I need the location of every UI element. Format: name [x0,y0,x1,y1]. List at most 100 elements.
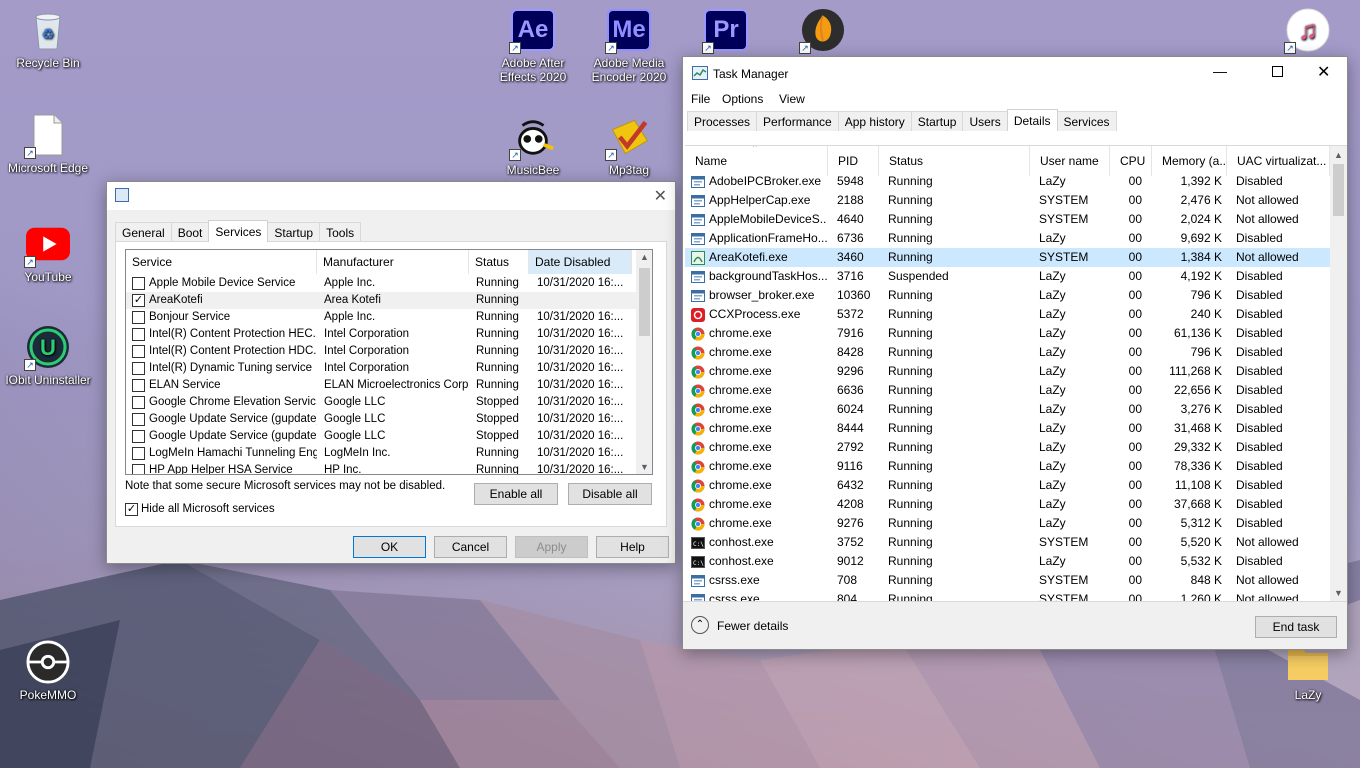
service-checkbox[interactable] [132,345,145,358]
tab-startup[interactable]: Startup [910,111,964,131]
tab-services[interactable]: Services [1056,111,1117,131]
fewer-details-icon[interactable]: ⌃ [691,616,709,634]
process-row[interactable]: ApplicationFrameHo... 6736 Running LaZy 00 9,… [685,229,1330,248]
process-row[interactable]: csrss.exe 804 Running SYSTEM 00 1,260 K Not al… [685,590,1330,601]
desktop-icon-media-encoder[interactable]: Me ↗ Adobe Media Encoder 2020 [583,8,675,84]
service-checkbox[interactable] [132,379,145,392]
service-checkbox[interactable] [132,328,145,341]
desktop-icon-microsoft-edge[interactable]: ↗ Microsoft Edge [2,113,94,175]
process-row[interactable]: C:\ conhost.exe 9012 Running LaZy 00 5,532 K Di… [685,552,1330,571]
tab-details[interactable]: Details [1006,109,1058,131]
close-icon[interactable]: ✕ [1317,62,1330,82]
process-row[interactable]: chrome.exe 9116 Running LaZy 00 78,336 K Disab… [685,457,1330,476]
process-row[interactable]: C:\ conhost.exe 3752 Running SYSTEM 00 5,520 K… [685,533,1330,552]
scroll-up-icon[interactable]: ▲ [640,252,649,262]
cancel-button[interactable]: Cancel [434,536,507,558]
fewer-details-link[interactable]: Fewer details [717,619,788,633]
tab-performance[interactable]: Performance [756,111,839,131]
service-row[interactable]: LogMeIn Hamachi Tunneling Engine LogMeIn … [126,445,636,462]
service-checkbox[interactable] [132,447,145,460]
desktop-icon-after-effects[interactable]: Ae ↗ Adobe After Effects 2020 [487,8,579,84]
tab-app-history[interactable]: App history [837,111,912,131]
msconfig-titlebar[interactable]: ✕ [107,182,675,210]
services-list-scrollbar[interactable]: ▲ ▼ [636,250,652,474]
desktop-icon-musicbee[interactable]: ↗ MusicBee [487,115,579,177]
tab-general[interactable]: General [115,222,172,242]
desktop-icon-iobit-uninstaller[interactable]: U ↗ IObit Uninstaller [2,325,94,387]
maximize-icon[interactable] [1272,66,1283,77]
service-row[interactable]: Google Chrome Elevation Servic... Google … [126,394,636,411]
tab-tools[interactable]: Tools [319,222,362,242]
menu-options[interactable]: Options [722,92,763,106]
tab-boot[interactable]: Boot [170,222,210,242]
tab-services[interactable]: Services [208,220,269,242]
process-row[interactable]: chrome.exe 6024 Running LaZy 00 3,276 K Disabl… [685,400,1330,419]
enable-all-button[interactable]: Enable all [474,483,558,505]
column-service[interactable]: Service [126,250,317,274]
process-row[interactable]: chrome.exe 8444 Running LaZy 00 31,468 K Disab… [685,419,1330,438]
desktop-icon-fl-studio[interactable]: ↗ [777,8,869,56]
close-icon[interactable]: ✕ [654,186,667,206]
tab-startup[interactable]: Startup [267,222,321,242]
service-checkbox[interactable] [132,311,145,324]
ok-button[interactable]: OK [353,536,426,558]
service-checkbox[interactable] [132,277,145,290]
process-row[interactable]: chrome.exe 9276 Running LaZy 00 5,312 K Disabl… [685,514,1330,533]
service-checkbox[interactable] [132,396,145,409]
process-row[interactable]: AppleMobileDeviceS... 4640 Running SYSTEM 00… [685,210,1330,229]
task-manager-window[interactable]: Task Manager — ✕ File Options View Proce… [682,56,1348,650]
desktop-icon-mp3tag[interactable]: ↗ Mp3tag [583,115,675,177]
process-row[interactable]: browser_broker.exe 10360 Running LaZy 00 796 … [685,286,1330,305]
scrollbar-thumb[interactable] [639,268,650,336]
service-row[interactable]: Google Update Service (gupdatem) Google L… [126,428,636,445]
process-row[interactable]: chrome.exe 6636 Running LaZy 00 22,656 K Disab… [685,381,1330,400]
scroll-down-icon[interactable]: ▼ [1334,588,1343,598]
process-row[interactable]: chrome.exe 6432 Running LaZy 00 11,108 K Disab… [685,476,1330,495]
service-row[interactable]: ELAN Service ELAN Microelectronics Corp. R… [126,377,636,394]
process-row[interactable]: CCXProcess.exe 5372 Running LaZy 00 240 K Disa… [685,305,1330,324]
menu-file[interactable]: File [691,92,710,106]
service-checkbox[interactable] [132,430,145,443]
scroll-up-icon[interactable]: ▲ [1334,150,1343,160]
process-row[interactable]: backgroundTaskHos... 3716 Suspended LaZy 00 4… [685,267,1330,286]
process-row[interactable]: csrss.exe 708 Running SYSTEM 00 848 K Not allo… [685,571,1330,590]
service-row[interactable]: Google Update Service (gupdate) Google LL… [126,411,636,428]
column-manufacturer[interactable]: Manufacturer [317,250,469,274]
services-list[interactable]: Service Manufacturer Status Date Disable… [125,249,653,475]
tab-processes[interactable]: Processes [687,111,758,131]
desktop-icon-youtube[interactable]: ↗ YouTube [2,222,94,284]
menu-view[interactable]: View [779,92,805,106]
service-checkbox[interactable]: ✓ [132,294,145,307]
desktop-icon-recycle-bin[interactable]: ♻ Recycle Bin [2,8,94,70]
task-manager-titlebar[interactable]: Task Manager — ✕ [683,57,1347,89]
service-row[interactable]: ✓ AreaKotefi Area Kotefi Running [126,292,636,309]
service-checkbox[interactable] [132,464,145,474]
column-date-disabled[interactable]: Date Disabled [529,250,632,274]
desktop-icon-premiere[interactable]: Pr ↗ [680,8,772,56]
service-row[interactable]: Intel(R) Content Protection HEC... Intel … [126,326,636,343]
minimize-icon[interactable]: — [1213,63,1227,79]
process-row[interactable]: chrome.exe 2792 Running LaZy 00 29,332 K Disab… [685,438,1330,457]
column-status[interactable]: Status [469,250,529,274]
service-row[interactable]: HP App Helper HSA Service HP Inc. Running 1… [126,462,636,474]
service-row[interactable]: Apple Mobile Device Service Apple Inc. Run… [126,275,636,292]
desktop-icon-pokemmo[interactable]: PokeMMO [2,640,94,702]
end-task-button[interactable]: End task [1255,616,1337,638]
process-row[interactable]: AdobeIPCBroker.exe 5948 Running LaZy 00 1,392… [685,172,1330,191]
system-configuration-window[interactable]: ✕ General Boot Services Startup Tools Se… [106,181,676,564]
hide-ms-services-checkbox[interactable]: ✓ [125,503,138,516]
desktop-icon-itunes[interactable]: ♫ ↗ [1262,8,1354,56]
service-checkbox[interactable] [132,413,145,426]
scrollbar-thumb[interactable] [1333,164,1344,216]
details-process-list[interactable]: ⌃ Name PID Status User name CPU Memory (… [685,145,1347,601]
help-button[interactable]: Help [596,536,669,558]
service-checkbox[interactable] [132,362,145,375]
process-row[interactable]: chrome.exe 4208 Running LaZy 00 37,668 K Disab… [685,495,1330,514]
hide-ms-services-label[interactable]: Hide all Microsoft services [141,503,275,515]
service-row[interactable]: Bonjour Service Apple Inc. Running 10/31/20… [126,309,636,326]
details-scrollbar[interactable]: ▲ ▼ [1330,146,1347,601]
scroll-down-icon[interactable]: ▼ [640,462,649,472]
process-row[interactable]: chrome.exe 9296 Running LaZy 00 111,268 K Disa… [685,362,1330,381]
apply-button[interactable]: Apply [515,536,588,558]
process-row[interactable]: AppHelperCap.exe 2188 Running SYSTEM 00 2,476… [685,191,1330,210]
